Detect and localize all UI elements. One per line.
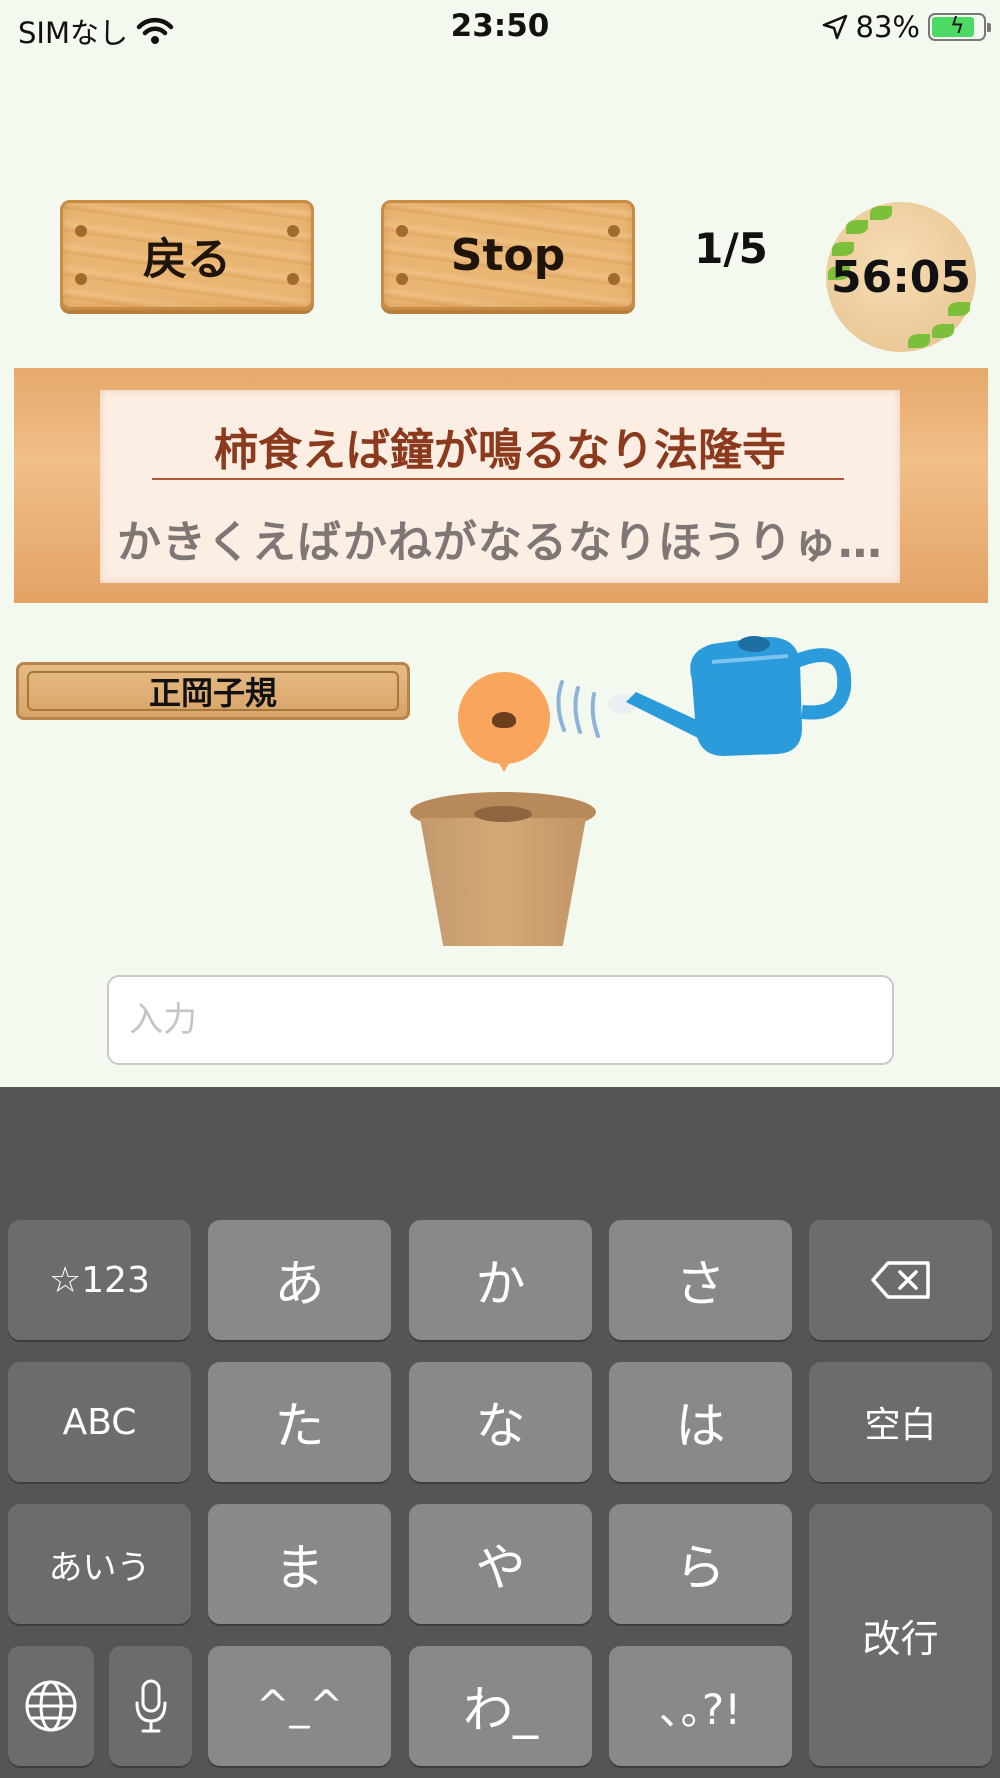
nail-decoration <box>287 225 299 237</box>
nail-decoration <box>75 273 87 285</box>
author-plate: 正岡子規 <box>16 662 410 720</box>
status-bar: SIMなし 23:50 83% ϟ <box>0 0 1000 56</box>
watering-can-icon <box>556 636 852 756</box>
key-symbols-mode[interactable]: ☆123 <box>8 1220 191 1340</box>
author-name: 正岡子規 <box>148 674 277 712</box>
key-na-row[interactable]: な <box>409 1362 592 1482</box>
keyboard: ☆123 あ か さ ABC た な は 空白 あいう ま や ら 改行 ^_^… <box>0 1087 1000 1778</box>
location-arrow-icon <box>822 14 847 40</box>
stop-button-label: Stop <box>450 229 566 281</box>
backspace-icon <box>870 1261 930 1299</box>
leaf-decoration <box>870 206 892 220</box>
nail-decoration <box>396 273 408 285</box>
backspace-key[interactable] <box>809 1220 992 1340</box>
seed-icon <box>492 712 516 728</box>
key-ka-row[interactable]: か <box>409 1220 592 1340</box>
key-sa-row[interactable]: さ <box>609 1220 792 1340</box>
question-paper: 柿食えば鐘が鳴るなり法隆寺 かきくえばかねがなるなりほうりゅ… <box>100 390 900 583</box>
key-label: あ <box>274 1255 325 1313</box>
globe-icon <box>25 1680 77 1732</box>
back-button-label: 戻る <box>143 234 231 285</box>
key-kana-mode[interactable]: あいう <box>8 1504 191 1624</box>
key-label: わ_ <box>463 1681 538 1739</box>
leaf-decoration <box>948 302 970 316</box>
leaf-decoration <box>846 220 868 234</box>
charging-bolt-icon: ϟ <box>950 14 965 39</box>
key-label: た <box>274 1397 325 1455</box>
globe-key[interactable] <box>8 1646 94 1766</box>
key-label: ､｡?! <box>659 1684 742 1734</box>
timer-value: 56:05 <box>830 251 972 303</box>
nail-decoration <box>608 273 620 285</box>
key-ya-row[interactable]: や <box>409 1504 592 1624</box>
key-abc-mode[interactable]: ABC <box>8 1362 191 1482</box>
key-label: ☆123 <box>49 1259 150 1301</box>
key-ha-row[interactable]: は <box>609 1362 792 1482</box>
question-text: 柿食えば鐘が鳴るなり法隆寺 <box>214 425 786 476</box>
key-emoticon[interactable]: ^_^ <box>208 1646 391 1766</box>
key-label: か <box>475 1255 526 1313</box>
seed-bubble-icon <box>458 672 550 772</box>
nail-decoration <box>608 225 620 237</box>
key-label: 空白 <box>864 1405 937 1446</box>
key-label: あいう <box>48 1547 151 1588</box>
microphone-icon <box>135 1679 166 1733</box>
nail-decoration <box>287 273 299 285</box>
question-board: 柿食えば鐘が鳴るなり法隆寺 かきくえばかねがなるなりほうりゅ… <box>14 368 988 603</box>
divider <box>152 478 844 480</box>
leaf-decoration <box>908 334 930 348</box>
battery-icon: ϟ <box>928 13 991 41</box>
nail-decoration <box>75 225 87 237</box>
leaf-decoration <box>932 324 954 338</box>
key-label: ら <box>675 1539 726 1597</box>
question-progress: 1/5 <box>694 224 768 273</box>
key-label: ^_^ <box>255 1683 344 1729</box>
question-reading: かきくえばかねがなるなりほうりゅ… <box>117 517 883 568</box>
key-punctuation[interactable]: ､｡?! <box>609 1646 792 1766</box>
key-label: や <box>475 1539 526 1597</box>
back-button[interactable]: 戻る <box>60 200 314 310</box>
key-label: ABC <box>62 1401 137 1443</box>
key-wa-row[interactable]: わ_ <box>409 1646 592 1766</box>
key-label: な <box>475 1397 526 1455</box>
pot-soil <box>474 806 532 822</box>
space-key[interactable]: 空白 <box>809 1362 992 1482</box>
key-label: ま <box>274 1539 325 1597</box>
flower-pot-body <box>420 818 586 946</box>
key-ta-row[interactable]: た <box>208 1362 391 1482</box>
stop-button[interactable]: Stop <box>381 200 635 310</box>
countdown-timer: 56:05 <box>826 202 976 352</box>
answer-input[interactable] <box>107 975 894 1065</box>
key-a-row[interactable]: あ <box>208 1220 391 1340</box>
key-label: さ <box>675 1255 726 1313</box>
microphone-key[interactable] <box>109 1646 192 1766</box>
key-label: は <box>675 1397 726 1455</box>
key-ra-row[interactable]: ら <box>609 1504 792 1624</box>
return-key[interactable]: 改行 <box>809 1504 992 1766</box>
battery-percent: 83% <box>855 10 920 44</box>
key-ma-row[interactable]: ま <box>208 1504 391 1624</box>
key-label: 改行 <box>862 1616 939 1661</box>
nail-decoration <box>396 225 408 237</box>
